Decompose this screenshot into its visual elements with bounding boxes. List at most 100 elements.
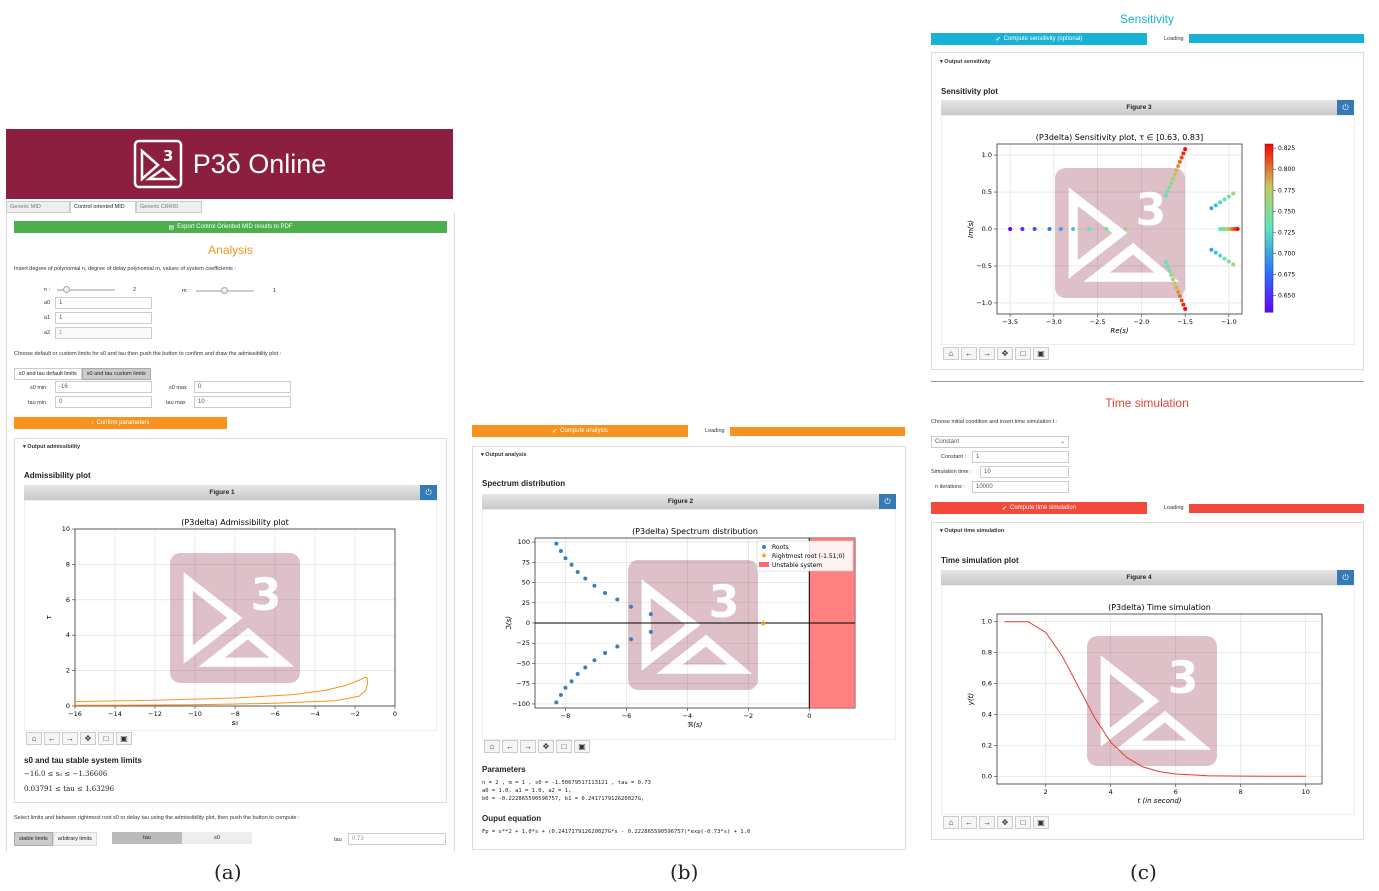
legend-unstable-label: Unstable system xyxy=(772,562,822,569)
back-arrow-icon[interactable]: ← xyxy=(961,347,977,360)
save-icon[interactable]: ▣ xyxy=(1033,816,1049,829)
figure3-power-icon[interactable]: ⏻ xyxy=(1337,100,1354,115)
m-value: 1 xyxy=(273,288,277,294)
a2-label: a2 xyxy=(44,330,51,336)
output-time-label: Output time simulation xyxy=(944,528,1005,534)
initial-condition-select[interactable]: Constant ⌄ xyxy=(931,436,1069,448)
switch-s0[interactable]: s0 xyxy=(182,832,252,844)
x-tick-label: 10 xyxy=(1302,788,1310,796)
sensitivity-root-point xyxy=(1174,285,1179,290)
home-icon[interactable]: ⌂ xyxy=(26,732,42,745)
zoom-rect-icon[interactable]: □ xyxy=(98,732,114,745)
figure2-power-icon[interactable]: ⏻ xyxy=(879,494,896,509)
compute-sensitivity-button[interactable]: ✔ Compute sensitivity (optional) xyxy=(931,33,1147,45)
colorbar-tick-label: 0.750 xyxy=(1278,208,1295,215)
figure1-power-icon[interactable]: ⏻ xyxy=(420,485,437,500)
forward-arrow-icon[interactable]: → xyxy=(979,347,995,360)
save-icon[interactable]: ▣ xyxy=(574,740,590,753)
x-tick-label: −8 xyxy=(561,712,571,720)
chart-title: (P3delta) Sensitivity plot, τ ∈ [0.63, 0… xyxy=(1036,133,1203,142)
compute-time-button[interactable]: ✔ Compute time simulation xyxy=(931,502,1147,514)
simtime-input[interactable]: 10 xyxy=(980,466,1069,478)
figure2-header: Figure 2 xyxy=(482,494,879,509)
x-tick-label: −3.0 xyxy=(1046,318,1062,326)
forward-arrow-icon[interactable]: → xyxy=(979,816,995,829)
legend-rightmost-marker: ★ xyxy=(760,551,767,560)
svg-text:3: 3 xyxy=(163,147,173,165)
s0max-label: s0 max xyxy=(169,385,187,391)
zoom-rect-icon[interactable]: □ xyxy=(556,740,572,753)
y-tick-label: 10 xyxy=(62,525,70,533)
output-analysis-toggle[interactable]: ▾ Output analysis xyxy=(481,452,527,458)
compute-analysis-button[interactable]: ✔ Compute analysis xyxy=(472,425,688,437)
a0-input[interactable]: 1 xyxy=(55,297,152,309)
s0max-input[interactable]: 0 xyxy=(194,381,291,393)
chevron-down-icon: ⌄ xyxy=(1059,439,1065,445)
taumin-input[interactable]: 0 xyxy=(55,396,152,408)
back-arrow-icon[interactable]: ← xyxy=(44,732,60,745)
save-icon[interactable]: ▣ xyxy=(1033,347,1049,360)
sensitivity-root-point xyxy=(1165,189,1170,194)
sensitivity-plot-title: Sensitivity plot xyxy=(941,87,998,96)
back-arrow-icon[interactable]: ← xyxy=(961,816,977,829)
brand-title: P3δ Online xyxy=(192,148,327,179)
forward-arrow-icon[interactable]: → xyxy=(520,740,536,753)
pan-icon[interactable]: ✥ xyxy=(997,816,1013,829)
tau-input[interactable]: 0.73 xyxy=(348,833,446,845)
x-tick-label: −1.5 xyxy=(1177,318,1193,326)
constant-input[interactable]: 1 xyxy=(972,451,1069,463)
taumax-input[interactable]: 10 xyxy=(194,396,291,408)
root-point xyxy=(575,672,580,676)
export-pdf-button[interactable]: ▤ Export Control Oriented MID results to … xyxy=(14,221,447,233)
chevron-right-icon: › xyxy=(91,420,94,426)
switch-tau[interactable]: tau xyxy=(112,832,182,844)
iterations-input[interactable]: 10000 xyxy=(972,481,1069,493)
tab-default-limits[interactable]: s0 and tau default limits xyxy=(14,368,82,380)
home-icon[interactable]: ⌂ xyxy=(943,816,959,829)
forward-arrow-icon[interactable]: → xyxy=(62,732,78,745)
save-icon[interactable]: ▣ xyxy=(116,732,132,745)
a1-input[interactable]: 1 xyxy=(55,312,152,324)
s0min-input[interactable]: -16 xyxy=(55,381,152,393)
sensitivity-root-point xyxy=(1104,227,1109,231)
pan-icon[interactable]: ✥ xyxy=(538,740,554,753)
output-admissibility-toggle[interactable]: ▾ Output admissibility xyxy=(23,444,80,450)
m-slider-handle[interactable] xyxy=(221,287,228,294)
m-slider[interactable] xyxy=(196,287,254,294)
sensitivity-root-point xyxy=(1181,151,1186,156)
x-tick-label: −14 xyxy=(108,710,122,718)
watermark-digit: 3 xyxy=(1168,653,1199,704)
a2-input[interactable]: 1 xyxy=(55,327,152,339)
sensitivity-root-point xyxy=(1047,227,1052,231)
sensitivity-root-point xyxy=(1058,227,1063,231)
root-point xyxy=(592,583,597,588)
sensitivity-root-point xyxy=(1167,268,1172,273)
sensitivity-root-point xyxy=(1222,256,1227,261)
root-point xyxy=(563,685,568,690)
back-arrow-icon[interactable]: ← xyxy=(502,740,518,753)
sensitivity-root-point xyxy=(1174,168,1179,173)
zoom-rect-icon[interactable]: □ xyxy=(1015,816,1031,829)
x-tick-label: 0 xyxy=(393,710,397,718)
tab-custom-limits[interactable]: s0 and tau custom limits xyxy=(81,368,151,380)
confirm-parameters-label: Confirm parameters xyxy=(96,420,150,426)
n-slider[interactable] xyxy=(57,286,115,293)
sensitivity-root-point xyxy=(1086,227,1091,231)
tab-arbitrary-limits[interactable]: arbitrary limits xyxy=(52,832,97,846)
home-icon[interactable]: ⌂ xyxy=(943,347,959,360)
time-loading-label: Loading xyxy=(1164,505,1184,511)
sensitivity-root-point xyxy=(1172,281,1177,286)
zoom-rect-icon[interactable]: □ xyxy=(1015,347,1031,360)
output-time-toggle[interactable]: ▾ Output time simulation xyxy=(940,528,1004,534)
pan-icon[interactable]: ✥ xyxy=(80,732,96,745)
figure4-power-icon[interactable]: ⏻ xyxy=(1337,570,1354,585)
spectrum-plot-title: Spectrum distribution xyxy=(482,479,566,488)
pan-icon[interactable]: ✥ xyxy=(997,347,1013,360)
legend-roots-marker xyxy=(762,545,766,549)
n-slider-handle[interactable] xyxy=(63,286,70,293)
confirm-parameters-button[interactable]: › Confirm parameters xyxy=(14,417,227,429)
output-sensitivity-toggle[interactable]: ▾ Output sensitivity xyxy=(940,59,991,65)
tab-stable-limits[interactable]: stable limits xyxy=(14,832,53,846)
constant-label: Constant : xyxy=(941,454,967,460)
home-icon[interactable]: ⌂ xyxy=(484,740,500,753)
